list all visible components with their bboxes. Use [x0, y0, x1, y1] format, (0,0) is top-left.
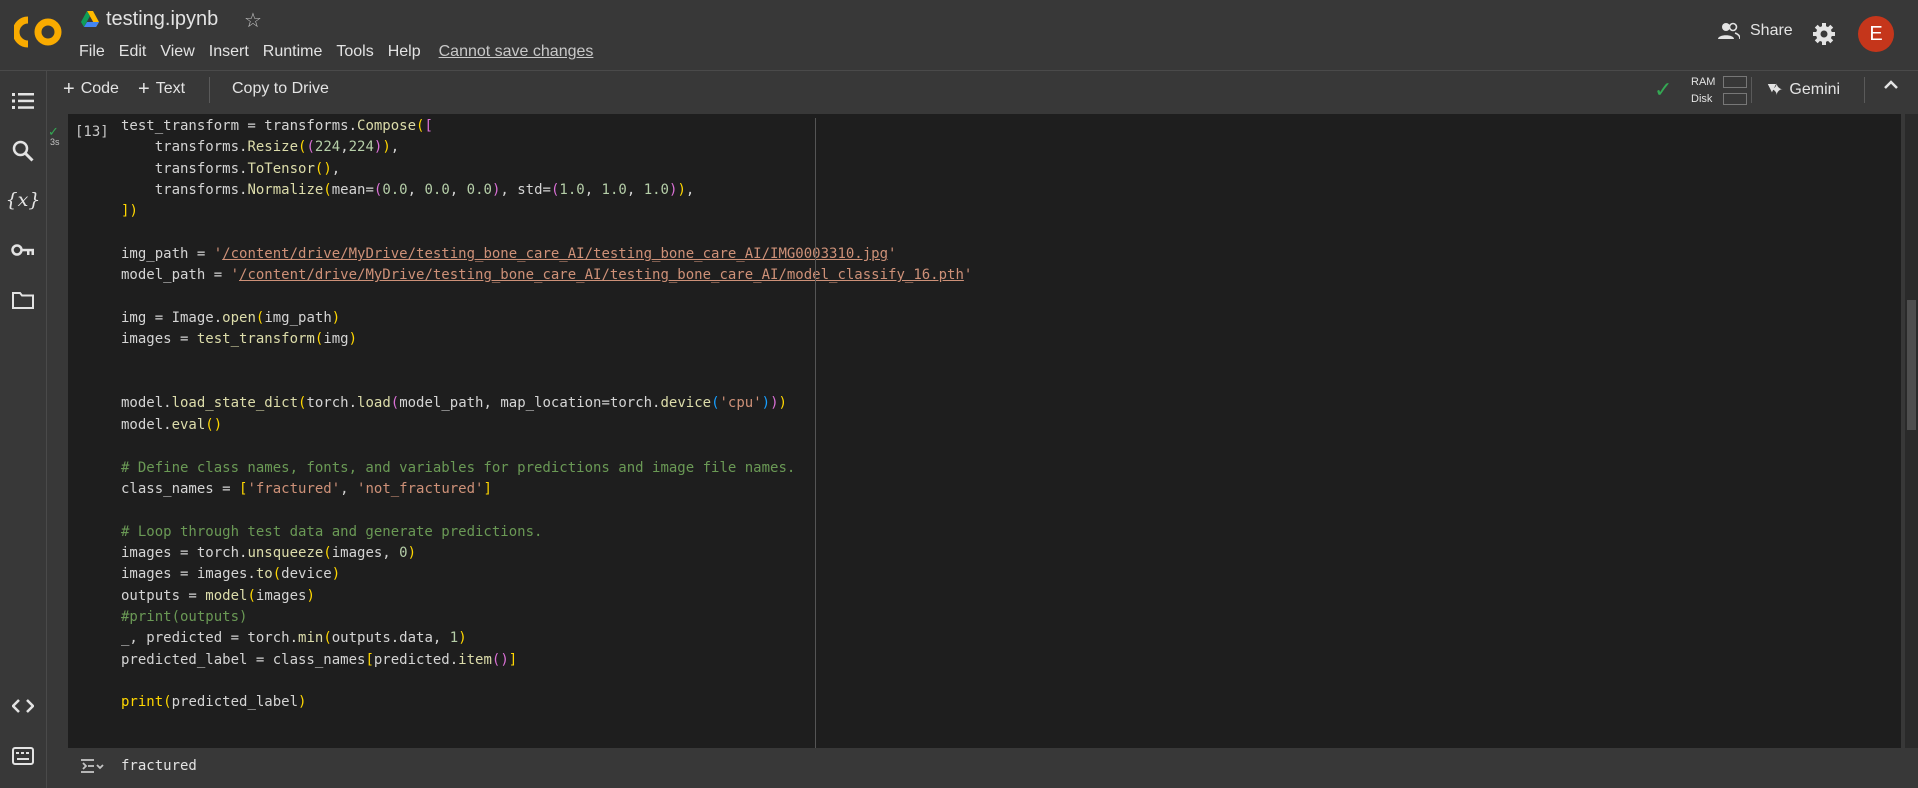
- code-line[interactable]: class_names = ['fractured', 'not_fractur…: [121, 481, 492, 497]
- save-status-link[interactable]: Cannot save changes: [439, 43, 594, 61]
- menu-tools[interactable]: Tools: [336, 43, 373, 61]
- share-label: Share: [1750, 22, 1793, 39]
- scrollbar-track[interactable]: [1905, 114, 1918, 748]
- code-line[interactable]: transforms.Normalize(mean=(0.0, 0.0, 0.0…: [121, 182, 695, 198]
- code-line[interactable]: img = Image.open(img_path): [121, 310, 340, 326]
- gemini-button[interactable]: ✦ Gemini: [1770, 80, 1840, 100]
- code-line[interactable]: images = test_transform(img): [121, 331, 357, 347]
- left-sidebar: {𝑥}: [0, 71, 47, 788]
- ram-label: RAM: [1691, 76, 1716, 88]
- code-line[interactable]: images = images.to(device): [121, 566, 340, 582]
- code-line[interactable]: transforms.ToTensor(),: [121, 161, 340, 177]
- toc-icon[interactable]: [10, 88, 36, 114]
- variables-icon[interactable]: {𝑥}: [6, 187, 41, 213]
- menu-view[interactable]: View: [160, 43, 194, 61]
- code-line[interactable]: model.load_state_dict(torch.load(model_p…: [121, 395, 787, 411]
- plus-icon: +: [138, 78, 150, 100]
- add-text-button[interactable]: + Text: [138, 78, 186, 100]
- terminal-icon[interactable]: [10, 743, 36, 769]
- code-line[interactable]: test_transform = transforms.Compose([: [121, 118, 433, 134]
- header: testing.ipynb ☆ File Edit View Insert Ru…: [0, 0, 1918, 71]
- editor-ruler: [815, 118, 816, 748]
- code-snippets-icon[interactable]: [10, 693, 36, 719]
- drive-icon: [81, 11, 99, 27]
- code-line[interactable]: model.eval(): [121, 417, 222, 433]
- ram-bar: [1723, 76, 1747, 88]
- cell-output: [47, 748, 1918, 788]
- add-code-button[interactable]: + Code: [63, 78, 119, 100]
- gemini-label: Gemini: [1789, 81, 1841, 98]
- menu-edit[interactable]: Edit: [119, 43, 147, 61]
- cell-status: ✓ 3s: [48, 123, 60, 147]
- code-line[interactable]: images = torch.unsqueeze(images, 0): [121, 545, 416, 561]
- output-text: fractured: [121, 758, 197, 774]
- sparkle-icon: ✦: [1770, 82, 1784, 99]
- disk-label: Disk: [1691, 93, 1713, 105]
- avatar[interactable]: E: [1858, 16, 1894, 52]
- notebook-title[interactable]: testing.ipynb: [106, 8, 218, 31]
- code-line[interactable]: outputs = model(images): [121, 588, 315, 604]
- menu-help[interactable]: Help: [388, 43, 421, 61]
- code-line[interactable]: # Define class names, fonts, and variabl…: [121, 460, 795, 476]
- toolbar-divider: [209, 77, 210, 103]
- star-icon[interactable]: ☆: [244, 8, 262, 33]
- execution-count[interactable]: [13]: [75, 124, 109, 140]
- gear-icon[interactable]: [1812, 22, 1836, 46]
- colab-logo[interactable]: [14, 16, 64, 48]
- code-line[interactable]: # Loop through test data and generate pr…: [121, 524, 542, 540]
- code-line[interactable]: #print(outputs): [121, 609, 247, 625]
- add-text-label: Text: [155, 80, 186, 97]
- key-icon[interactable]: [10, 237, 36, 263]
- toolbar-divider: [1751, 77, 1752, 103]
- search-icon[interactable]: [10, 138, 36, 164]
- code-line[interactable]: _, predicted = torch.min(outputs.data, 1…: [121, 630, 467, 646]
- resource-monitor[interactable]: RAM Disk: [1691, 74, 1715, 108]
- connected-check-icon: ✓: [1654, 77, 1673, 102]
- exec-time: 3s: [50, 137, 60, 147]
- code-line[interactable]: ]): [121, 203, 138, 219]
- code-line[interactable]: img_path = '/content/drive/MyDrive/testi…: [121, 246, 896, 262]
- scrollbar-thumb[interactable]: [1907, 300, 1916, 430]
- menu-runtime[interactable]: Runtime: [263, 43, 323, 61]
- add-code-label: Code: [80, 80, 119, 97]
- collapse-icon[interactable]: [1883, 77, 1899, 93]
- menu-insert[interactable]: Insert: [209, 43, 249, 61]
- people-icon: [1718, 22, 1740, 40]
- folder-icon[interactable]: [10, 287, 36, 313]
- code-line[interactable]: transforms.Resize((224,224)),: [121, 139, 400, 155]
- plus-icon: +: [63, 78, 75, 100]
- code-line[interactable]: predicted_label = class_names[predicted.…: [121, 652, 517, 668]
- menu-bar: File Edit View Insert Runtime Tools Help…: [79, 43, 607, 61]
- code-line[interactable]: print(predicted_label): [121, 694, 306, 710]
- output-actions-icon[interactable]: [80, 758, 104, 776]
- menu-file[interactable]: File: [79, 43, 105, 61]
- notebook-toolbar: + Code + Text Copy to Drive ✓ RAM Disk ▼…: [47, 71, 1918, 109]
- share-button[interactable]: Share: [1718, 22, 1793, 40]
- copy-to-drive-button[interactable]: Copy to Drive: [232, 80, 329, 98]
- code-editor[interactable]: test_transform = transforms.Compose([ tr…: [121, 116, 972, 714]
- code-line[interactable]: model_path = '/content/drive/MyDrive/tes…: [121, 267, 972, 283]
- disk-bar: [1723, 93, 1747, 105]
- toolbar-divider: [1864, 77, 1865, 103]
